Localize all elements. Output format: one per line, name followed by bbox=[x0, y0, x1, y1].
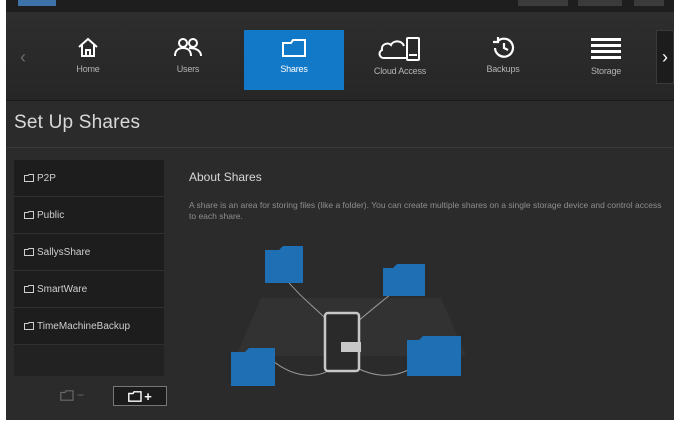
folder-icon bbox=[24, 322, 34, 330]
main-navigation: ‹ Home Users Shares Cloud Access Backups… bbox=[6, 12, 674, 101]
cloud-device-icon bbox=[378, 37, 420, 61]
nav-scroll-right-button[interactable]: › bbox=[656, 30, 674, 84]
history-icon bbox=[493, 37, 515, 58]
nav-scroll-left-button[interactable]: ‹ bbox=[14, 30, 32, 84]
header-control[interactable] bbox=[578, 0, 622, 6]
nav-item-cloud-access[interactable]: Cloud Access bbox=[350, 30, 450, 90]
folder-icon bbox=[24, 174, 34, 182]
remove-share-button[interactable]: − bbox=[54, 386, 90, 404]
minus-icon: − bbox=[76, 388, 84, 402]
about-shares-description: A share is an area for storing files (li… bbox=[189, 200, 662, 221]
nav-label: Cloud Access bbox=[373, 66, 427, 76]
nav-item-backups[interactable]: Backups bbox=[453, 30, 553, 90]
folder-icon bbox=[24, 285, 34, 293]
share-item-sallysshare[interactable]: SallysShare bbox=[14, 234, 164, 271]
divider bbox=[6, 147, 674, 148]
nav-label: Home bbox=[76, 64, 100, 74]
folder-icon bbox=[383, 264, 425, 296]
storage-icon bbox=[591, 38, 621, 59]
page-title: Set Up Shares bbox=[14, 112, 141, 133]
users-icon bbox=[174, 38, 202, 57]
folder-icon bbox=[407, 336, 461, 376]
folder-icon bbox=[128, 390, 142, 402]
nav-item-home[interactable]: Home bbox=[38, 30, 138, 90]
brand-logo bbox=[18, 0, 56, 6]
share-name: P2P bbox=[37, 172, 56, 184]
nav-item-storage[interactable]: Storage bbox=[556, 30, 656, 90]
header-control[interactable] bbox=[634, 0, 664, 6]
plus-icon: + bbox=[144, 388, 152, 404]
folder-icon bbox=[282, 39, 306, 57]
share-name: Public bbox=[37, 209, 65, 221]
folder-icon bbox=[231, 348, 275, 386]
shares-illustration bbox=[231, 246, 466, 386]
share-name: TimeMachineBackup bbox=[37, 320, 131, 332]
share-list: P2P Public SallysShare SmartWare TimeMac… bbox=[14, 160, 164, 376]
add-share-button[interactable]: + bbox=[113, 386, 167, 406]
folder-icon bbox=[24, 211, 34, 219]
about-shares-heading: About Shares bbox=[189, 170, 262, 184]
top-header-strip bbox=[6, 0, 674, 12]
share-list-footer: − + bbox=[14, 380, 167, 410]
share-name: SmartWare bbox=[37, 283, 88, 295]
header-control[interactable] bbox=[518, 0, 568, 6]
nav-item-shares[interactable]: Shares bbox=[244, 30, 344, 90]
nav-label: Storage bbox=[590, 66, 622, 76]
folder-icon bbox=[60, 389, 74, 401]
nav-label: Backups bbox=[486, 64, 520, 74]
folder-icon bbox=[24, 248, 34, 256]
share-item-p2p[interactable]: P2P bbox=[14, 160, 164, 197]
share-item-public[interactable]: Public bbox=[14, 197, 164, 234]
app-window: ‹ Home Users Shares Cloud Access Backups… bbox=[6, 0, 674, 420]
share-name: SallysShare bbox=[37, 246, 91, 258]
nav-label: Shares bbox=[280, 64, 308, 74]
device-phone-icon bbox=[323, 311, 361, 373]
share-item-timemachinebackup[interactable]: TimeMachineBackup bbox=[14, 308, 164, 345]
folder-icon bbox=[265, 246, 303, 283]
share-item-smartware[interactable]: SmartWare bbox=[14, 271, 164, 308]
home-icon bbox=[78, 37, 98, 57]
nav-label: Users bbox=[176, 64, 200, 74]
nav-item-users[interactable]: Users bbox=[138, 30, 238, 90]
